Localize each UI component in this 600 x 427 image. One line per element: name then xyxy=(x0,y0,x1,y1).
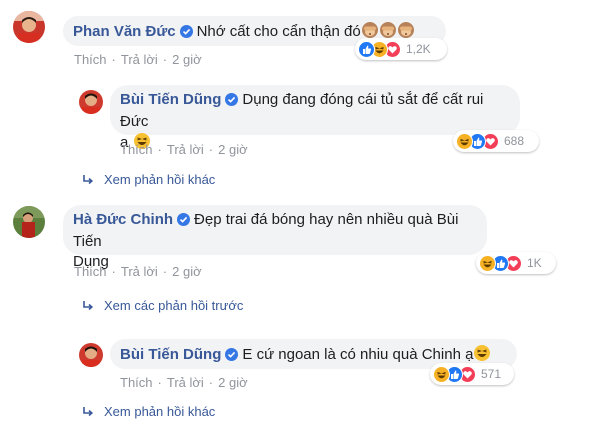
reaction-count: 1,2K xyxy=(406,42,431,56)
separator: · xyxy=(162,52,168,67)
haha-reaction-icon xyxy=(433,365,450,383)
comment-actions: Thích · Trả lời · 2 giờ xyxy=(120,142,248,157)
more-replies-label: Xem phản hồi khác xyxy=(104,404,216,419)
reply-link[interactable]: Trả lời xyxy=(121,264,158,279)
comment-author[interactable]: Bùi Tiến Dũng xyxy=(120,91,221,108)
comment-actions: Thích · Trả lời · 2 giờ xyxy=(74,52,202,67)
like-link[interactable]: Thích xyxy=(120,142,153,157)
previous-replies-link[interactable]: Xem các phản hồi trước xyxy=(82,298,243,315)
avatar[interactable] xyxy=(13,206,45,238)
comment-author[interactable]: Hà Đức Chinh xyxy=(73,211,173,228)
comment-author[interactable]: Phan Văn Đức xyxy=(73,23,176,40)
more-replies-label: Xem phản hồi khác xyxy=(104,172,216,187)
timestamp[interactable]: 2 giờ xyxy=(172,264,202,279)
timestamp[interactable]: 2 giờ xyxy=(218,375,248,390)
comment-text: Nhớ cất cho cẩn thận đó xyxy=(196,23,361,40)
more-replies-link[interactable]: Xem phản hồi khác xyxy=(82,404,215,421)
avatar[interactable] xyxy=(79,343,103,367)
verified-badge-icon xyxy=(225,347,239,367)
reply-arrow-icon xyxy=(82,406,94,421)
separator: · xyxy=(208,142,214,157)
reply-link[interactable]: Trả lời xyxy=(167,375,204,390)
verified-badge-icon xyxy=(225,92,239,112)
separator: · xyxy=(111,264,116,279)
reactions-summary[interactable]: 1K xyxy=(476,252,556,274)
timestamp[interactable]: 2 giờ xyxy=(172,52,202,67)
separator: · xyxy=(157,142,162,157)
like-link[interactable]: Thích xyxy=(74,52,107,67)
reply-link[interactable]: Trả lời xyxy=(121,52,158,67)
reply-arrow-icon xyxy=(82,300,94,315)
reactions-summary[interactable]: 1,2K xyxy=(355,38,447,60)
reaction-count: 571 xyxy=(481,367,502,381)
comment-bubble: Hà Đức Chinh Đẹp trai đá bóng hay nên nhi… xyxy=(63,205,487,270)
comment-actions: Thích · Trả lời · 2 giờ xyxy=(74,264,202,279)
like-reaction-icon xyxy=(358,40,375,58)
timestamp[interactable]: 2 giờ xyxy=(218,142,248,157)
verified-badge-icon xyxy=(179,24,193,44)
reply-bubble: Bùi Tiến Dũng Dụng đang đóng cái tủ sắt đ… xyxy=(110,85,520,151)
reactions-summary[interactable]: 688 xyxy=(453,130,539,152)
reply-link[interactable]: Trả lời xyxy=(167,142,204,157)
separator: · xyxy=(162,264,168,279)
reactions-summary[interactable]: 571 xyxy=(430,363,514,385)
avatar[interactable] xyxy=(79,90,103,114)
haha-reaction-icon xyxy=(456,132,473,150)
separator: · xyxy=(111,52,116,67)
comment-actions: Thích · Trả lời · 2 giờ xyxy=(120,375,248,390)
avatar[interactable] xyxy=(13,11,45,43)
reaction-count: 1K xyxy=(527,256,542,270)
previous-replies-label: Xem các phản hồi trước xyxy=(104,298,244,313)
verified-badge-icon xyxy=(177,212,191,232)
haha-reaction-icon xyxy=(479,254,496,272)
like-link[interactable]: Thích xyxy=(74,264,107,279)
more-replies-link[interactable]: Xem phản hồi khác xyxy=(82,172,215,189)
comment-thread: Phan Văn Đức Nhớ cất cho cẩn thận đó 1,2K… xyxy=(0,0,600,427)
separator: · xyxy=(157,375,162,390)
comment-author[interactable]: Bùi Tiến Dũng xyxy=(120,346,221,363)
reaction-count: 688 xyxy=(504,134,525,148)
reply-arrow-icon xyxy=(82,174,94,189)
separator: · xyxy=(208,375,214,390)
like-link[interactable]: Thích xyxy=(120,375,153,390)
comment-text: E cứ ngoan là có nhiu quà Chinh ạ xyxy=(242,346,474,363)
